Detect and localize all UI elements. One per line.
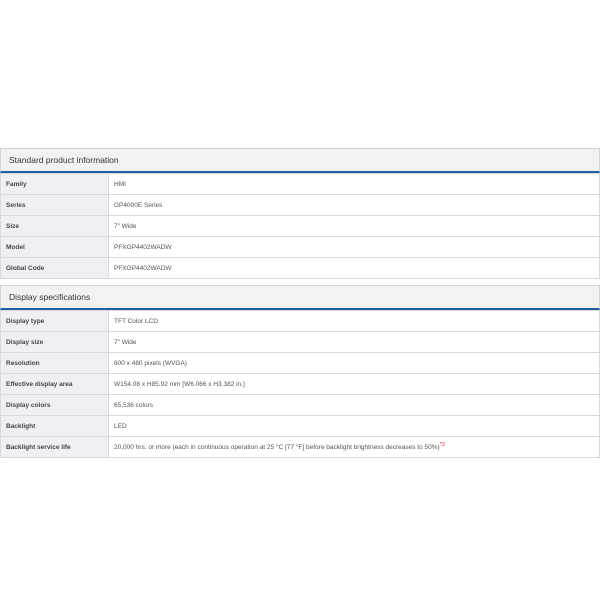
row-value: 800 x 480 pixels (WVGA) <box>108 352 600 374</box>
row-label: Family <box>0 173 109 195</box>
section-title: Standard product information <box>0 148 600 173</box>
row-label: Effective display area <box>0 373 109 395</box>
row-value: W154.08 x H85.92 mm [W6.066 x H3.382 in.… <box>108 373 600 395</box>
row-label: Display type <box>0 310 109 332</box>
row-value: HMI <box>108 173 600 195</box>
table-row: Display colors 65,536 colors <box>0 394 600 416</box>
footnote-reference-link[interactable]: *2 <box>440 442 445 448</box>
row-value: 20,000 hrs. or more (each in continuous … <box>114 444 440 452</box>
display-specifications-section: Display specifications Display type TFT … <box>0 285 600 458</box>
table-row: Effective display area W154.08 x H85.92 … <box>0 373 600 395</box>
row-label: Display size <box>0 331 109 353</box>
row-label: Backlight <box>0 415 109 437</box>
row-label: Model <box>0 236 109 258</box>
table-row: Global Code PFXGP4402WADW <box>0 257 600 279</box>
row-value: 65,536 colors <box>108 394 600 416</box>
table-row: Display size 7" Wide <box>0 331 600 353</box>
table-row: Backlight service life 20,000 hrs. or mo… <box>0 436 600 458</box>
standard-product-information-section: Standard product information Family HMI … <box>0 148 600 279</box>
row-label: Global Code <box>0 257 109 279</box>
table-row: Resolution 800 x 480 pixels (WVGA) <box>0 352 600 374</box>
row-value: PFXGP4402WADW <box>108 257 600 279</box>
row-label: Series <box>0 194 109 216</box>
spec-table: Display type TFT Color LCD Display size … <box>0 310 600 458</box>
row-value: PFXGP4402WADW <box>108 236 600 258</box>
row-value: 7" Wide <box>108 331 600 353</box>
row-label: Display colors <box>0 394 109 416</box>
row-label: Resolution <box>0 352 109 374</box>
table-row: Family HMI <box>0 173 600 195</box>
row-label: Size <box>0 215 109 237</box>
row-value: TFT Color LCD <box>108 310 600 332</box>
section-title: Display specifications <box>0 285 600 310</box>
row-label: Backlight service life <box>0 436 109 458</box>
row-value: LED <box>108 415 600 437</box>
row-value: GP4000E Series <box>108 194 600 216</box>
table-row: Display type TFT Color LCD <box>0 310 600 332</box>
row-value: 7" Wide <box>108 215 600 237</box>
row-value-cell: 20,000 hrs. or more (each in continuous … <box>108 436 600 458</box>
spec-table: Family HMI Series GP4000E Series Size 7"… <box>0 173 600 279</box>
table-row: Series GP4000E Series <box>0 194 600 216</box>
table-row: Model PFXGP4402WADW <box>0 236 600 258</box>
table-row: Backlight LED <box>0 415 600 437</box>
table-row: Size 7" Wide <box>0 215 600 237</box>
